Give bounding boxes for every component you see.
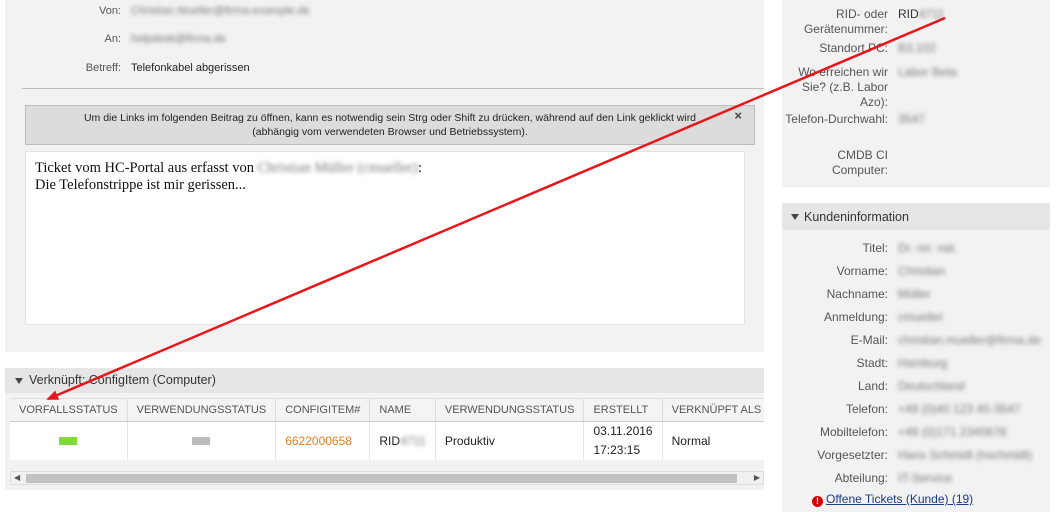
customer-value-lastname: Müller xyxy=(898,287,931,301)
customer-value-manager: Hans Schmidt (hschmidt) xyxy=(898,448,1033,462)
article-panel: Von: Christian.Mueller@firma-example.de … xyxy=(5,0,764,352)
article-from-row: Von: Christian.Mueller@firma-example.de xyxy=(5,5,764,19)
subject-value: Telefonkabel abgerissen xyxy=(131,62,250,74)
body-prefix: Ticket vom HC-Portal aus erfasst von xyxy=(35,160,258,176)
created-date: 03.11.2016 xyxy=(593,423,653,438)
customer-label-firstname: Vorname: xyxy=(836,264,888,278)
article-body: Ticket vom HC-Portal aus erfasst von Chr… xyxy=(25,151,745,325)
header-divider xyxy=(22,88,764,89)
article-body-line-2: Die Telefonstrippe ist mir gerissen... xyxy=(35,177,246,193)
field-value-extension: 3547 xyxy=(898,112,925,126)
column-header-link-type[interactable]: VERKNÜPFT ALS xyxy=(662,399,764,422)
customer-label-email: E-Mail: xyxy=(850,333,888,347)
name-prefix: RID xyxy=(379,433,401,448)
subject-label: Betreff: xyxy=(85,62,121,74)
customer-label-department: Abteilung: xyxy=(834,471,888,485)
open-tickets-label[interactable]: Offene Tickets (Kunde) (19) xyxy=(826,492,973,506)
customer-label-city: Stadt: xyxy=(856,356,888,370)
column-header-configitem-number[interactable]: CONFIGITEM# xyxy=(275,399,371,422)
customer-value-phone: +49 (0)40 123 45-3547 xyxy=(898,402,1021,416)
scrollbar-thumb[interactable] xyxy=(26,474,737,483)
usage-state-cell: Produktiv xyxy=(435,421,585,460)
customer-value-email[interactable]: christian.mueller@firma.de xyxy=(898,333,1041,347)
linked-widget-header[interactable]: Verknüpft: ConfigItem (Computer) xyxy=(5,368,764,393)
customer-label-login: Anmeldung: xyxy=(823,310,888,324)
customer-value-mobile: +49 (0)171 2345678 xyxy=(898,425,1007,439)
notice-line-1: Um die Links im folgenden Beitrag zu öff… xyxy=(83,112,697,124)
customer-info-widget: Kundeninformation Titel: Dr. rer. nat. V… xyxy=(782,203,1050,512)
customer-label-country: Land: xyxy=(857,379,888,393)
customer-label-mobile: Mobiltelefon: xyxy=(819,425,888,439)
table-header-row: VORFALLSSTATUS VERWENDUNGSSTATUS CONFIGI… xyxy=(10,399,764,422)
close-icon[interactable]: × xyxy=(734,109,742,123)
linked-table-wrapper: VORFALLSSTATUS VERWENDUNGSSTATUS CONFIGI… xyxy=(10,398,764,460)
table-row[interactable]: 6622000658 RID4711 Produktiv 03.11.2016 1… xyxy=(10,421,764,460)
to-value[interactable]: helpdesk@firma.de xyxy=(131,33,226,45)
open-tickets-link[interactable]: ! Offene Tickets (Kunde) (19) xyxy=(812,492,973,507)
article-to-row: An: helpdesk@firma.de xyxy=(5,33,764,47)
column-header-incident-state[interactable]: VORFALLSSTATUS xyxy=(10,399,128,422)
link-type-cell: Normal xyxy=(662,421,764,460)
incident-state-cell xyxy=(10,421,128,460)
customer-label-title: Titel: xyxy=(862,241,888,255)
linked-configitem-widget: Verknüpft: ConfigItem (Computer) VORFALL… xyxy=(5,368,764,490)
created-cell: 03.11.2016 17:23:15 xyxy=(583,421,663,460)
body-customer-name: Christian Müller (cmueller) xyxy=(257,160,418,176)
rid-hidden: 4711 xyxy=(918,7,945,21)
customer-info-title: Kundeninformation xyxy=(804,210,909,224)
field-label-reach: Wo erreichen wir Sie? (z.B. Labor Azo): xyxy=(798,65,888,109)
incident-state-indicator xyxy=(59,436,78,445)
field-label-cmdb: CMDB CI Computer: xyxy=(831,148,888,177)
linked-configitem-table: VORFALLSSTATUS VERWENDUNGSSTATUS CONFIGI… xyxy=(10,399,764,460)
customer-value-department: IT-Service xyxy=(898,471,953,485)
created-time: 17:23:15 xyxy=(593,442,641,457)
field-value-location: B3.102 xyxy=(898,41,937,55)
column-header-deployment-state-2[interactable]: VERWENDUNGSSTATUS xyxy=(435,399,585,422)
from-value[interactable]: Christian.Mueller@firma-example.de xyxy=(131,5,310,17)
field-label-rid: RID- oder Gerätenummer: xyxy=(803,7,888,36)
customer-label-manager: Vorgesetzter: xyxy=(817,448,888,462)
article-body-line-1: Ticket vom HC-Portal aus erfasst von Chr… xyxy=(35,160,735,177)
customer-label-lastname: Nachname: xyxy=(826,287,888,301)
article-subject-row: Betreff: Telefonkabel abgerissen xyxy=(5,62,764,76)
customer-value-firstname: Christian xyxy=(898,264,946,278)
notice-line-2: (abhängig vom verwendeten Browser und Be… xyxy=(252,126,528,138)
scroll-left-icon[interactable]: ◀ xyxy=(14,473,20,482)
body-suffix: : xyxy=(417,160,422,176)
field-value-rid: RID4711 xyxy=(898,7,944,21)
customer-info-header[interactable]: Kundeninformation xyxy=(782,203,1050,230)
customer-value-title: Dr. rer. nat. xyxy=(898,241,958,255)
alert-icon: ! xyxy=(812,496,823,507)
rid-prefix: RID xyxy=(898,7,919,21)
customer-value-login: cmueller xyxy=(898,310,944,324)
column-header-deployment-state[interactable]: VERWENDUNGSSTATUS xyxy=(127,399,277,422)
linked-widget-title: Verknüpft: ConfigItem (Computer) xyxy=(29,373,216,387)
horizontal-scrollbar[interactable]: ◀ ▶ xyxy=(10,471,764,485)
deployment-state-cell xyxy=(127,421,277,460)
column-header-created[interactable]: ERSTELLT xyxy=(583,399,663,422)
field-value-reach: Labor Beta xyxy=(898,65,957,79)
to-label: An: xyxy=(104,33,121,45)
configitem-number-cell: 6622000658 xyxy=(275,421,371,460)
field-label-location: Standort PC: xyxy=(819,41,888,55)
customer-label-phone: Telefon: xyxy=(845,402,888,416)
link-notice-box: Um die Links im folgenden Beitrag zu öff… xyxy=(25,105,755,145)
customer-value-city: Hamburg xyxy=(898,356,948,370)
scroll-right-icon[interactable]: ▶ xyxy=(754,473,760,482)
ticket-fields-widget: RID- oder Gerätenummer: RID4711 Standort… xyxy=(782,0,1050,187)
name-cell: RID4711 xyxy=(369,421,436,460)
deployment-state-indicator xyxy=(192,436,211,445)
column-header-name[interactable]: NAME xyxy=(369,399,436,422)
name-hidden: 4711 xyxy=(400,433,426,448)
field-label-extension: Telefon-Durchwahl: xyxy=(785,112,888,126)
from-label: Von: xyxy=(98,5,121,17)
caret-down-icon[interactable] xyxy=(15,378,23,384)
caret-down-icon[interactable] xyxy=(791,214,799,220)
configitem-number-link[interactable]: 6622000658 xyxy=(285,434,352,448)
customer-value-country: Deutschland xyxy=(898,379,965,393)
